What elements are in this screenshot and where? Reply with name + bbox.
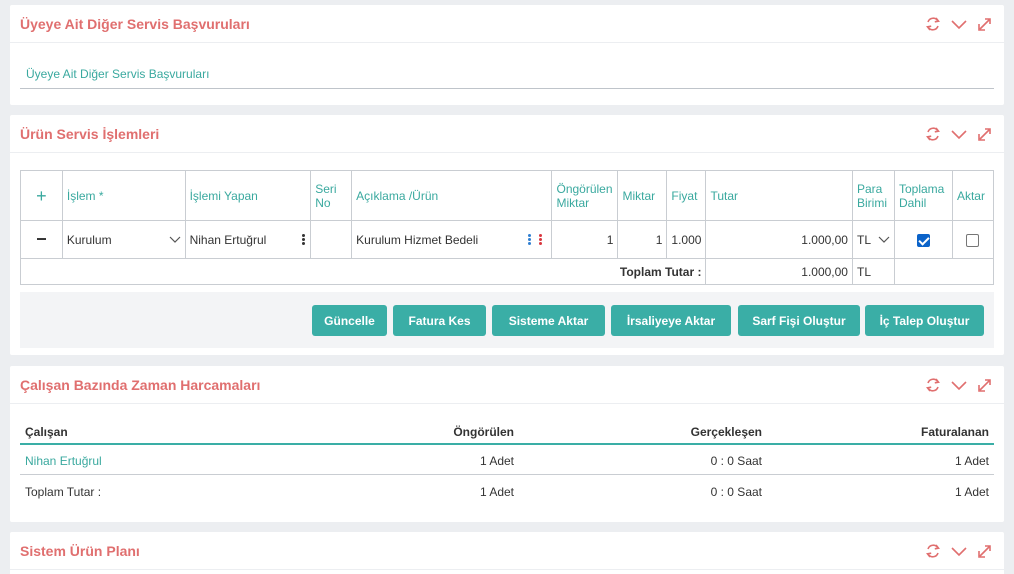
- panel-header: Ürün Servis İşlemleri: [10, 115, 1004, 153]
- islemi-yapan-cell[interactable]: Nihan Ertuğrul: [184, 220, 312, 259]
- panel-title: Ürün Servis İşlemleri: [20, 126, 160, 142]
- consumption-slip-button[interactable]: Sarf Fişi Oluştur: [738, 305, 860, 336]
- col-tutar: Tutar: [705, 170, 853, 221]
- toplama-dahil-cell: [893, 220, 953, 259]
- col-toplama-dahil: Toplama Dahil: [893, 170, 953, 221]
- islemi-yapan-value: Nihan Ertuğrul: [189, 232, 267, 247]
- toplama-dahil-checkbox[interactable]: [916, 233, 930, 247]
- panel-header: Üyeye Ait Diğer Servis Başvuruları: [10, 5, 1004, 43]
- applications-panel: Üyeye Ait Diğer Servis Başvuruları Üyeye…: [10, 5, 1004, 105]
- chevron-down-icon[interactable]: [950, 542, 968, 560]
- employee-link[interactable]: Nihan Ertuğrul: [25, 454, 102, 468]
- internal-request-button[interactable]: İç Talep Oluştur: [865, 305, 984, 336]
- col-seri-no: Seri No: [310, 170, 353, 221]
- panel-title: Sistem Ürün Planı: [20, 543, 140, 559]
- panel-title: Üyeye Ait Diğer Servis Başvuruları: [20, 16, 250, 32]
- panel-tools: [924, 15, 994, 33]
- panel-title: Çalışan Bazında Zaman Harcamaları: [20, 377, 261, 393]
- col-calisan: Çalışan: [25, 425, 68, 439]
- aciklama-cell[interactable]: Kurulum Hizmet Bedeli: [351, 220, 553, 259]
- chevron-down-icon[interactable]: [950, 125, 968, 143]
- chevron-down-icon: [878, 236, 890, 244]
- waybill-transfer-button[interactable]: İrsaliyeye Aktar: [611, 305, 731, 336]
- ongorulen-cell[interactable]: 1: [551, 220, 619, 259]
- panel-tools: [924, 125, 994, 143]
- applications-link[interactable]: Üyeye Ait Diğer Servis Başvuruları: [26, 67, 209, 81]
- table-header-row: + İşlem * İşlemi Yapan Seri No Açıklama …: [20, 170, 995, 221]
- info-dots-icon[interactable]: [528, 233, 532, 246]
- aciklama-value: Kurulum Hizmet Bedeli: [356, 232, 479, 247]
- col-gerceklesen: Gerçekleşen: [690, 425, 762, 439]
- expand-icon[interactable]: [976, 542, 994, 560]
- islem-select[interactable]: Kurulum: [61, 220, 186, 259]
- col-faturalanan: Faturalanan: [920, 425, 989, 439]
- panel-tools: [924, 542, 994, 560]
- panel-header: Çalışan Bazında Zaman Harcamaları: [10, 366, 1004, 404]
- chevron-down-icon[interactable]: [950, 376, 968, 394]
- total-gerceklesen: 0 : 0 Saat: [710, 485, 762, 499]
- total-currency: TL: [851, 258, 895, 285]
- faturalanan-value: 1 Adet: [954, 454, 989, 468]
- col-islem: İşlem *: [61, 170, 186, 221]
- para-birimi-value: TL: [856, 232, 871, 247]
- invoice-button[interactable]: Fatura Kes: [393, 305, 486, 336]
- table-row: Nihan Ertuğrul 1 Adet 0 : 0 Saat 1 Adet: [20, 445, 994, 475]
- col-islemi-yapan: İşlemi Yapan: [184, 170, 312, 221]
- total-row: Toplam Tutar : 1.000,00 TL: [19, 258, 995, 285]
- col-miktar: Miktar: [617, 170, 668, 221]
- chevron-down-icon[interactable]: [950, 15, 968, 33]
- refresh-icon[interactable]: [924, 125, 942, 143]
- table-header-row: Çalışan Öngörülen Gerçekleşen Faturalana…: [20, 419, 994, 445]
- refresh-icon[interactable]: [924, 542, 942, 560]
- expand-icon[interactable]: [976, 15, 994, 33]
- col-ongorulen: Öngörülen: [453, 425, 514, 439]
- col-ongorulen: Öngörülen Miktar: [551, 170, 619, 221]
- islem-value: Kurulum: [66, 232, 112, 247]
- total-label: Toplam Tutar :: [25, 485, 102, 499]
- action-toolbar: Güncelle Fatura Kes Sisteme Aktar İrsali…: [20, 292, 994, 348]
- miktar-cell[interactable]: 1: [617, 220, 668, 259]
- time-spent-panel: Çalışan Bazında Zaman Harcamaları Çalışa…: [10, 366, 1004, 522]
- total-faturalanan: 1 Adet: [954, 485, 989, 499]
- tutar-cell: 1.000,00: [705, 220, 853, 259]
- aktar-cell: [951, 220, 995, 259]
- ongorulen-value: 1 Adet: [479, 454, 514, 468]
- refresh-icon[interactable]: [924, 15, 942, 33]
- product-ops-panel: Ürün Servis İşlemleri + İşlem * İşlemi Y…: [10, 115, 1004, 355]
- total-value: 1.000,00: [705, 258, 853, 285]
- update-button[interactable]: Güncelle: [312, 305, 387, 336]
- refresh-icon[interactable]: [924, 376, 942, 394]
- remove-row-button[interactable]: −: [20, 220, 63, 259]
- col-fiyat: Fiyat: [666, 170, 707, 221]
- system-plan-panel: Sistem Ürün Planı: [10, 532, 1004, 574]
- panel-tools: [924, 376, 994, 394]
- divider: [20, 88, 994, 89]
- col-para-birimi: Para Birimi: [851, 170, 895, 221]
- col-aciklama: Açıklama /Ürün: [351, 170, 553, 221]
- add-row-button[interactable]: +: [20, 170, 63, 221]
- total-empty: [893, 258, 995, 285]
- total-row: Toplam Tutar : 1 Adet 0 : 0 Saat 1 Adet: [20, 476, 994, 506]
- alert-dots-icon[interactable]: [539, 233, 543, 246]
- seri-no-cell[interactable]: [310, 220, 353, 259]
- panel-header: Sistem Ürün Planı: [10, 532, 1004, 570]
- total-ongorulen: 1 Adet: [479, 485, 514, 499]
- more-vertical-icon[interactable]: [302, 233, 306, 246]
- expand-icon[interactable]: [976, 125, 994, 143]
- col-aktar: Aktar: [951, 170, 995, 221]
- fiyat-cell[interactable]: 1.000: [666, 220, 707, 259]
- chevron-down-icon: [169, 236, 181, 244]
- total-label: Toplam Tutar :: [19, 258, 707, 285]
- gerceklesen-value: 0 : 0 Saat: [710, 454, 762, 468]
- table-row: − Kurulum Nihan Ertuğrul Kurulum Hizmet …: [20, 220, 995, 259]
- system-transfer-button[interactable]: Sisteme Aktar: [492, 305, 605, 336]
- aktar-checkbox[interactable]: [966, 233, 980, 247]
- expand-icon[interactable]: [976, 376, 994, 394]
- para-birimi-select[interactable]: TL: [851, 220, 895, 259]
- product-ops-table: + İşlem * İşlemi Yapan Seri No Açıklama …: [19, 170, 995, 285]
